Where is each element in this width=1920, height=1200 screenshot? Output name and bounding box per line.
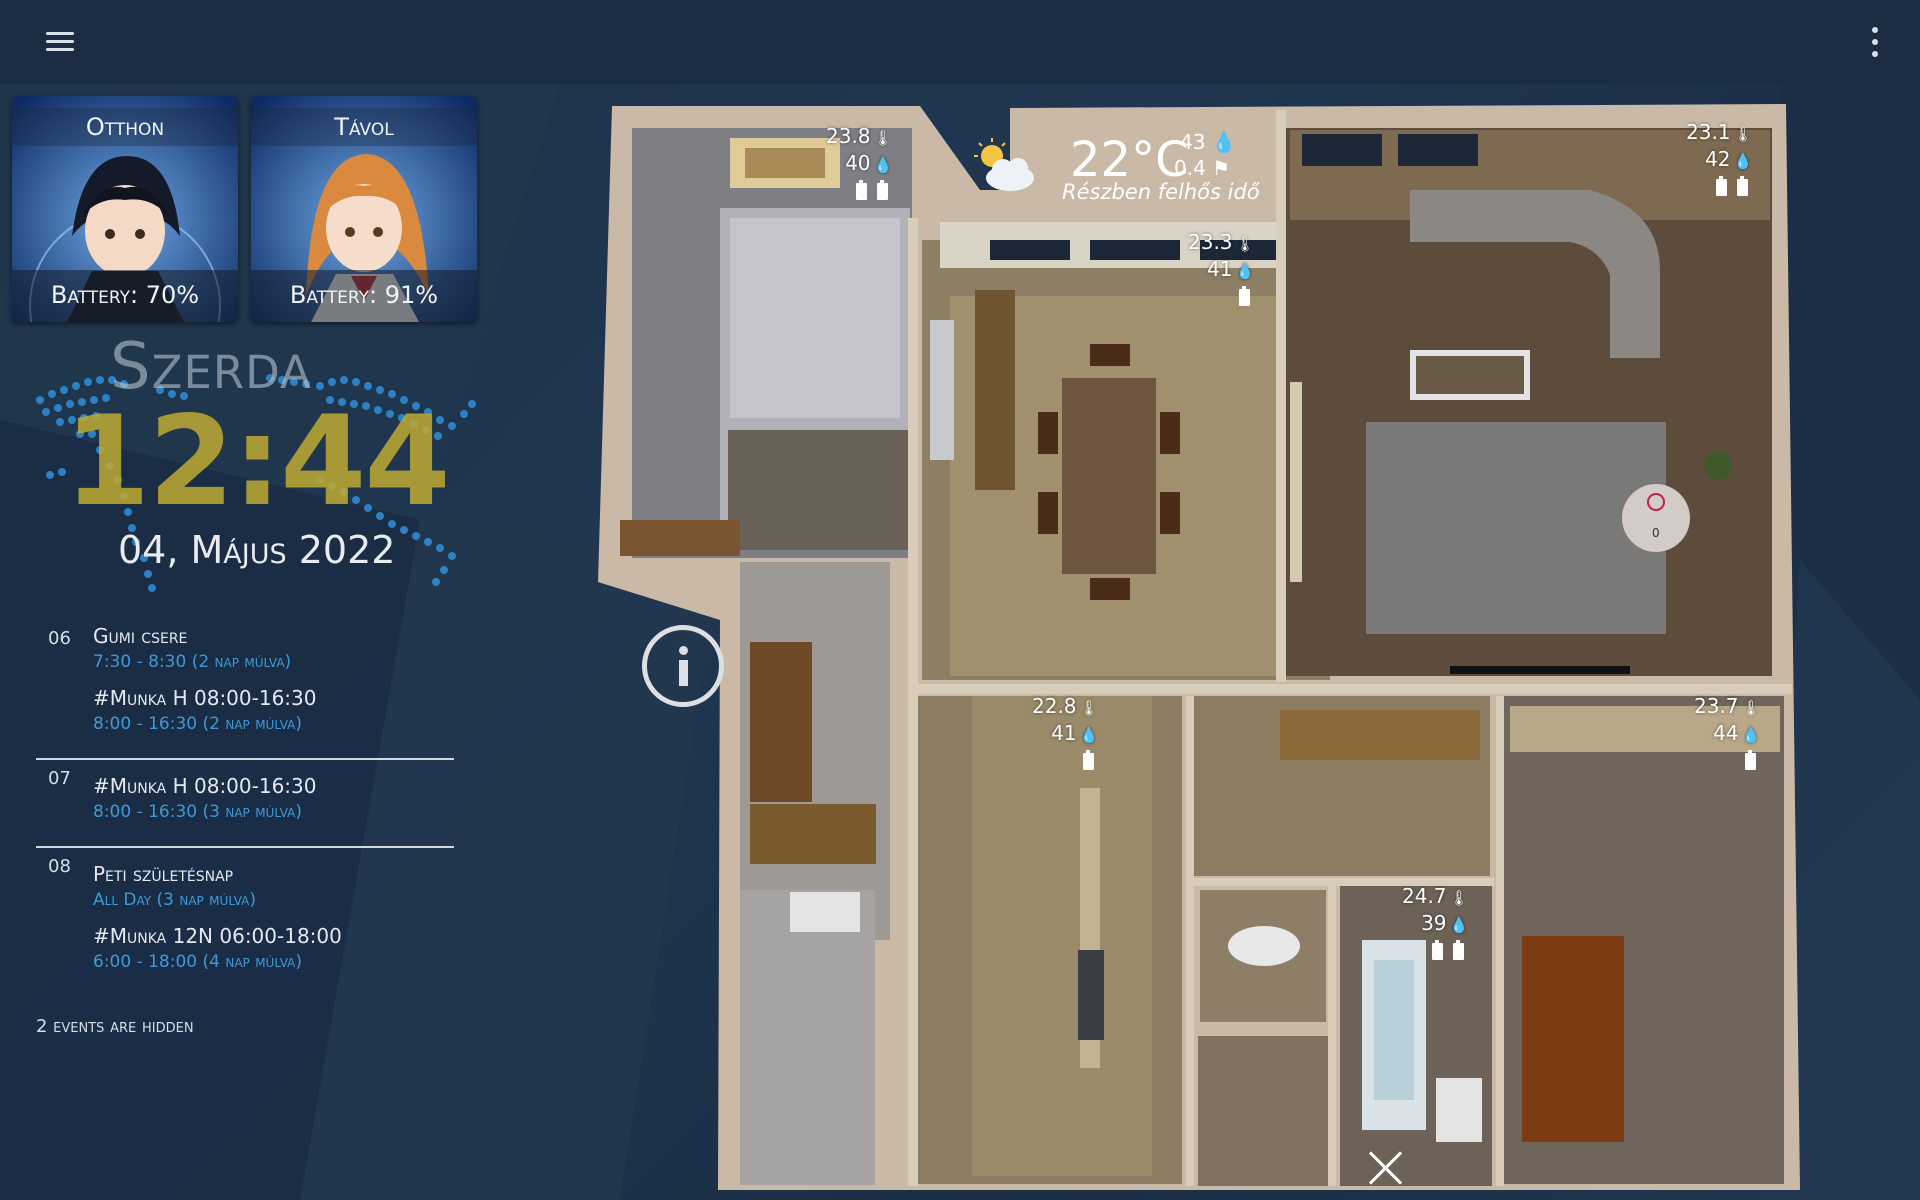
humidity-icon: 💧 bbox=[873, 156, 893, 174]
event-time: 6:00 - 18:00 (4 nap múlva) bbox=[93, 952, 302, 972]
thermometer-icon: 🌡 bbox=[873, 129, 893, 147]
humidity-value: 42 bbox=[1705, 147, 1731, 171]
info-icon[interactable] bbox=[642, 625, 724, 707]
day-number: 06 bbox=[48, 628, 71, 649]
presence-card-home[interactable]: Otthon Battery: 70% bbox=[12, 96, 238, 322]
wind-icon: ⚑ bbox=[1212, 156, 1231, 180]
battery-text: Battery: 91% bbox=[251, 270, 477, 322]
battery-icon bbox=[1715, 176, 1727, 196]
humidity-icon: 💧 bbox=[1211, 130, 1237, 154]
clock-date: 04, Május 2022 bbox=[118, 528, 396, 572]
humidity-value: 41 bbox=[1207, 257, 1233, 281]
agenda-event[interactable]: Peti születésnap All Day (3 nap múlva) bbox=[93, 862, 454, 910]
battery-icon bbox=[1431, 940, 1443, 960]
humidity-icon: 💧 bbox=[1235, 262, 1255, 280]
temperature-value: 23.3 bbox=[1188, 230, 1233, 254]
thermometer-icon: 🌡 bbox=[1235, 235, 1255, 253]
battery-icon bbox=[1452, 940, 1464, 960]
event-time: All Day (3 nap múlva) bbox=[93, 890, 256, 910]
agenda-event[interactable]: #Munka 12N 06:00-18:00 6:00 - 18:00 (4 n… bbox=[93, 924, 454, 972]
battery-icon bbox=[1082, 750, 1094, 770]
battery-icon bbox=[855, 180, 867, 200]
sensor-bath[interactable]: 24.7 🌡 39 💧 bbox=[1402, 884, 1469, 963]
humidity-value: 43 bbox=[1180, 130, 1206, 154]
thermometer-icon: 🌡 bbox=[1079, 699, 1099, 717]
hamburger-menu-icon[interactable] bbox=[36, 24, 84, 60]
temperature-value: 22.8 bbox=[1032, 694, 1077, 718]
agenda-event[interactable]: #Munka H 08:00-16:30 8:00 - 16:30 (2 nap… bbox=[93, 686, 454, 734]
close-icon[interactable] bbox=[1368, 1150, 1404, 1186]
calendar-agenda: 06 Gumi csere 7:30 - 8:30 (2 nap múlva) … bbox=[36, 620, 454, 996]
weather-description: Részben felhős idő bbox=[1062, 180, 1260, 204]
thermometer-icon: 🌡 bbox=[1449, 889, 1469, 907]
sensor-hall[interactable]: 22.8 🌡 41 💧 bbox=[1032, 694, 1099, 773]
agenda-event[interactable]: #Munka H 08:00-16:30 8:00 - 16:30 (3 nap… bbox=[93, 774, 454, 822]
temperature-value: 23.1 bbox=[1686, 120, 1731, 144]
sensor-bedroom[interactable]: 23.8 🌡 40 💧 bbox=[826, 124, 893, 203]
event-time: 7:30 - 8:30 (2 nap múlva) bbox=[93, 652, 292, 672]
clock-widget: Szerda 12:44 04, Május 2022 bbox=[20, 330, 480, 600]
more-vertical-icon[interactable] bbox=[1856, 24, 1892, 60]
agenda-day: 08 Peti születésnap All Day (3 nap múlva… bbox=[36, 846, 454, 996]
humidity-icon: 💧 bbox=[1741, 726, 1761, 744]
event-title: #Munka H 08:00-16:30 bbox=[93, 774, 317, 798]
presence-label: Otthon bbox=[12, 108, 238, 146]
humidity-icon: 💧 bbox=[1449, 916, 1469, 934]
agenda-day: 06 Gumi csere 7:30 - 8:30 (2 nap múlva) … bbox=[36, 620, 454, 758]
battery-icon bbox=[1238, 286, 1250, 306]
temperature-value: 24.7 bbox=[1402, 884, 1447, 908]
thermometer-icon: 🌡 bbox=[1733, 125, 1753, 143]
presence-label: Távol bbox=[251, 108, 477, 146]
event-time: 8:00 - 16:30 (2 nap múlva) bbox=[93, 714, 302, 734]
humidity-value: 44 bbox=[1713, 721, 1739, 745]
battery-icon bbox=[1736, 176, 1748, 196]
room-dining[interactable] bbox=[922, 222, 1330, 680]
humidity-value: 41 bbox=[1051, 721, 1077, 745]
vacuum-counter: 0 bbox=[1652, 526, 1660, 540]
humidity-value: 39 bbox=[1421, 911, 1447, 935]
battery-icon bbox=[1744, 750, 1756, 770]
weather-humidity: 43 💧 bbox=[1180, 130, 1237, 154]
humidity-icon: 💧 bbox=[1079, 726, 1099, 744]
room-living[interactable] bbox=[1282, 128, 1772, 676]
weather-widget[interactable]: 22°C 43 💧 0.4 ⚑ Részben felhős idő bbox=[970, 128, 1270, 208]
day-number: 07 bbox=[48, 768, 71, 789]
event-title: #Munka H 08:00-16:30 bbox=[93, 686, 317, 710]
humidity-value: 40 bbox=[845, 151, 871, 175]
partly-cloudy-icon bbox=[974, 138, 1034, 191]
event-title: #Munka 12N 06:00-18:00 bbox=[93, 924, 342, 948]
temperature-value: 23.8 bbox=[826, 124, 871, 148]
clock-time: 12:44 bbox=[64, 390, 451, 534]
presence-card-away[interactable]: Távol Battery: 91% bbox=[251, 96, 477, 322]
sensor-living[interactable]: 23.1 🌡 42 💧 bbox=[1686, 120, 1753, 199]
humidity-icon: 💧 bbox=[1733, 152, 1753, 170]
agenda-day: 07 #Munka H 08:00-16:30 8:00 - 16:30 (3 … bbox=[36, 758, 454, 846]
hidden-events-note[interactable]: 2 events are hidden bbox=[36, 1016, 194, 1037]
thermometer-icon: 🌡 bbox=[1741, 699, 1761, 717]
sensor-kitchen[interactable]: 23.3 🌡 41 💧 bbox=[1188, 230, 1255, 309]
event-time: 8:00 - 16:30 (3 nap múlva) bbox=[93, 802, 302, 822]
battery-text: Battery: 70% bbox=[12, 270, 238, 322]
battery-icon bbox=[876, 180, 888, 200]
weather-wind: 0.4 ⚑ bbox=[1174, 156, 1230, 180]
day-number: 08 bbox=[48, 856, 71, 877]
app-bar bbox=[0, 0, 1920, 84]
temperature-value: 23.7 bbox=[1694, 694, 1739, 718]
event-title: Peti születésnap bbox=[93, 862, 234, 886]
sensor-room[interactable]: 23.7 🌡 44 💧 bbox=[1694, 694, 1761, 773]
room-storage[interactable] bbox=[740, 562, 890, 1185]
event-title: Gumi csere bbox=[93, 624, 188, 648]
wind-value: 0.4 bbox=[1174, 156, 1206, 180]
agenda-event[interactable]: Gumi csere 7:30 - 8:30 (2 nap múlva) bbox=[93, 624, 454, 672]
